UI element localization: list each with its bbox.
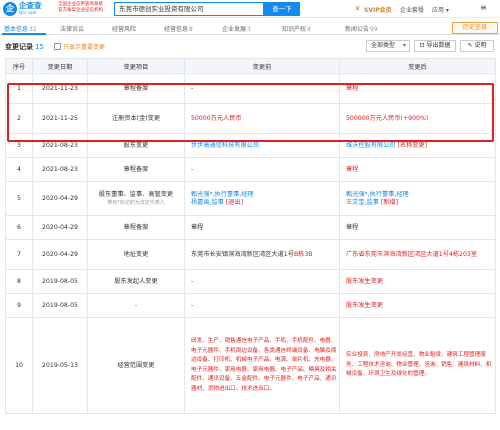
help-button[interactable]: ✎ 说明 [460, 40, 494, 52]
company-link[interactable]: 步步高通信科技有限公司 [191, 142, 259, 149]
active-tab-indicator [2, 33, 46, 35]
col-index: 序号 [5, 58, 33, 74]
slogan: 全国企业信用查询系统 官方备案企业征信机构 [58, 2, 103, 13]
tab-ip[interactable]: 知识产权4 [282, 24, 311, 33]
svip-link[interactable]: SVIP会员 [364, 5, 392, 14]
type-select[interactable]: 全部类型 ▾ [366, 40, 410, 52]
top-header: 企 企查查 Qcc.com 全国企业信用查询系统 官方备案企业征信机构 东莞市德… [0, 0, 500, 18]
section-title: 变更记录 15 [5, 43, 44, 51]
export-button[interactable]: ⊡ 导出数据 [414, 40, 456, 52]
important-only-label[interactable]: 只显示重要变更 [63, 42, 105, 51]
tab-risk[interactable]: 经营风险 [112, 24, 136, 33]
table-header: 序号 变更日期 变更项目 变更前 变更后 [5, 58, 496, 74]
logo-subtext: Qcc.com [19, 10, 37, 15]
logo-icon: 企 [3, 2, 17, 16]
record-count: 15 [35, 43, 44, 51]
col-after: 变更后 [339, 58, 496, 74]
apps-menu[interactable]: 应用 ▾ [432, 5, 449, 14]
search-input[interactable]: 东莞市德创实业投资有限公司 [114, 2, 264, 16]
tab-bar: 基本信息31 法律诉讼 经营风险 经营信息8 企业发展3 知识产权4 新闻公告9… [0, 21, 500, 35]
change-record-table: 序号 变更日期 变更项目 变更前 变更后 1 2021-11-23 章程备案 -… [5, 58, 496, 414]
logo[interactable]: 企 企查查 Qcc.com [3, 2, 53, 16]
chevron-down-icon: ▾ [402, 42, 406, 49]
table-row: 8 2019-08-05 股东发起人变更 - 股东发生变更 [5, 269, 496, 294]
crown-icon: ♛ [355, 5, 361, 12]
table-row: 1 2021-11-23 章程备案 - 章程 [5, 73, 496, 104]
tab-basic-info[interactable]: 基本信息31 [4, 24, 37, 33]
table-row: 6 2020-04-29 章程备案 章程 章程 [5, 215, 496, 240]
table-row: 7 2020-04-29 地址变更 东莞市长安镇滨海湾新区湾区大道1号B栋3B … [5, 239, 496, 270]
table-row: 10 2019-05-13 经营范围变更 研发、生产、销售通信电子产品、手机、手… [5, 317, 496, 414]
col-item: 变更项目 [87, 58, 185, 74]
col-before: 变更前 [184, 58, 340, 74]
search-button[interactable]: 查一下 [264, 2, 300, 16]
logo-text: 企查查 [19, 1, 42, 10]
enterprise-plan-link[interactable]: 企业套餐 [400, 5, 424, 14]
important-only-checkbox[interactable] [54, 43, 61, 50]
col-date: 变更日期 [32, 58, 88, 74]
tab-business[interactable]: 经营信息8 [164, 24, 193, 33]
tab-development[interactable]: 企业发展3 [222, 24, 251, 33]
menu-icon[interactable]: ≡ [480, 3, 487, 12]
tab-history[interactable]: 历史信息 [452, 22, 498, 34]
table-row: 4 2021-08-23 章程备案 - 章程 [5, 157, 496, 182]
table-row: 2 2021-11-25 注册资本(金)变更 50000万元人民币 500000… [5, 103, 496, 134]
table-row: 3 2021-08-23 股东变更 步步高通信科技有限公司 维沃控股有限公司 [… [5, 133, 496, 158]
company-link[interactable]: 维沃控股有限公司 [346, 142, 396, 149]
table-row: 9 2019-08-05 - - 股东发生变更 [5, 293, 496, 318]
tab-news[interactable]: 新闻公告99 [345, 24, 378, 33]
table-row: 5 2020-04-29 股东董事、监事、高管变更 带有*标记的为法定代表人 甄光… [5, 181, 496, 216]
tab-legal[interactable]: 法律诉讼 [60, 24, 84, 33]
